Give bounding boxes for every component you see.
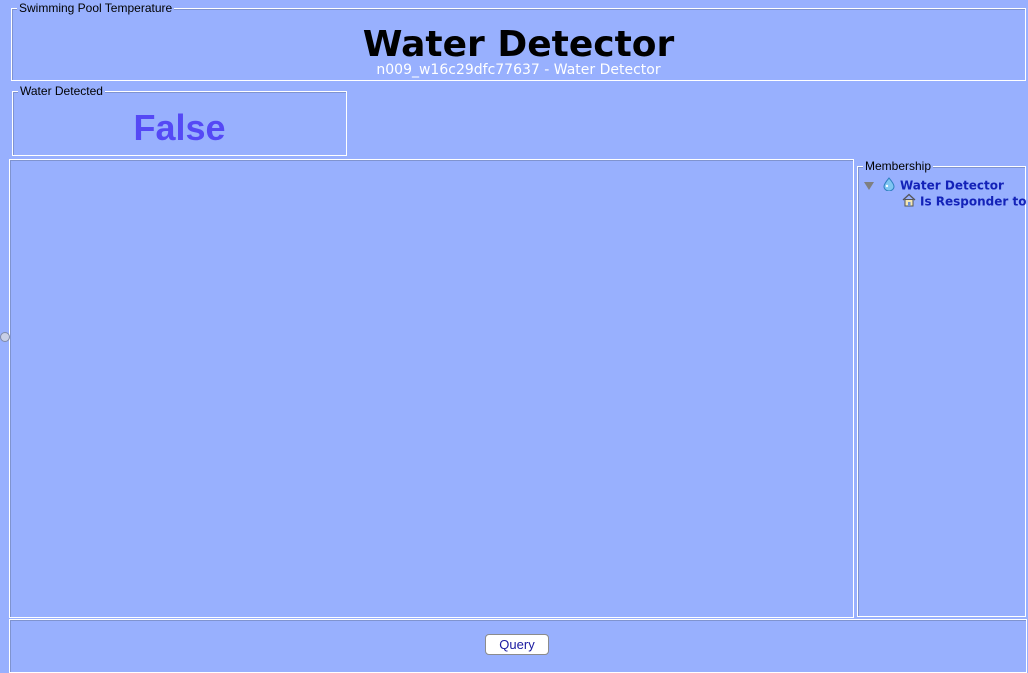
header-legend: Swimming Pool Temperature <box>17 1 175 15</box>
page-subtitle: n009_w16c29dfc77637 - Water Detector <box>376 62 661 78</box>
query-button[interactable]: Query <box>485 634 549 655</box>
bottom-panel: Query <box>9 619 1027 673</box>
split-pane-handle[interactable] <box>0 332 10 342</box>
expand-triangle-icon[interactable] <box>864 182 874 190</box>
tree-node-label: Is Responder to <box>920 194 1027 209</box>
house-icon <box>902 193 916 211</box>
water-detected-panel: Water Detected False <box>12 84 347 156</box>
tree-node-is-responder-to[interactable]: Is Responder to <box>902 193 1027 211</box>
water-detected-value: False <box>133 107 226 148</box>
main-content-panel <box>9 159 854 618</box>
membership-legend: Membership <box>863 159 934 173</box>
tree-node-label: Water Detector <box>900 178 1004 193</box>
water-detected-legend: Water Detected <box>18 84 105 98</box>
header-panel: Swimming Pool Temperature Water Detector… <box>11 1 1026 81</box>
page-title: Water Detector <box>362 24 675 65</box>
water-drop-icon <box>882 177 896 195</box>
membership-panel: Membership Water Detector Is Responder t… <box>857 159 1027 617</box>
